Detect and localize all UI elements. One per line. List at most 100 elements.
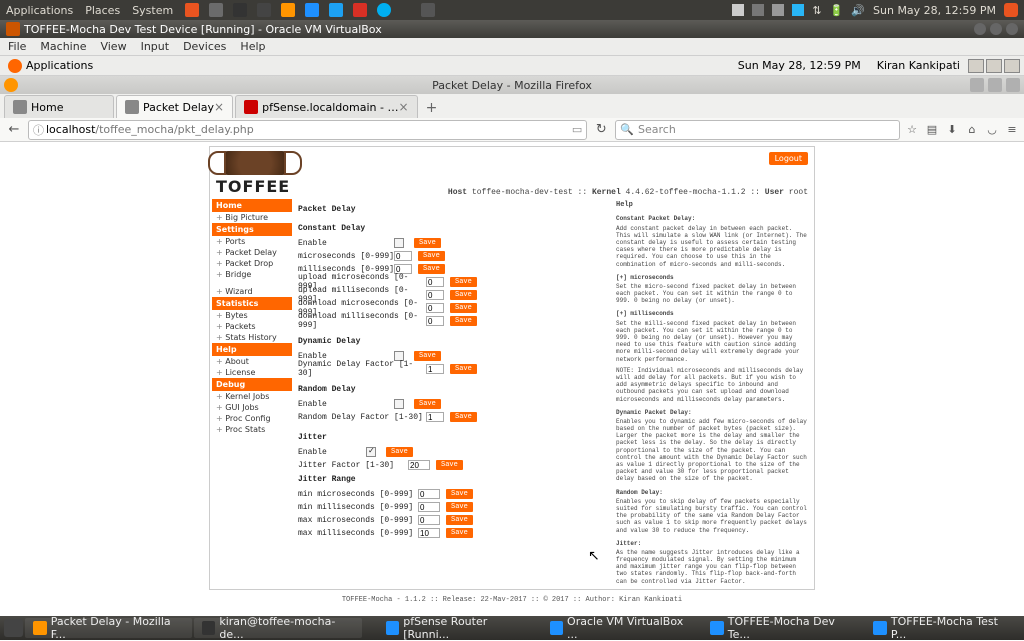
home-icon[interactable]: ⌂	[964, 122, 980, 138]
vbox-menu-file[interactable]: File	[8, 40, 26, 53]
battery-icon[interactable]: 🔋	[830, 4, 844, 17]
sidebar-item-stats-history[interactable]: Stats History	[212, 332, 292, 343]
save-button[interactable]: Save	[386, 447, 413, 457]
pocket-icon[interactable]: ◡	[984, 122, 1000, 138]
sidebar-item-license[interactable]: License	[212, 367, 292, 378]
taskbar-item-firefox[interactable]: Packet Delay - Mozilla F...	[25, 618, 192, 638]
launcher-icon[interactable]	[353, 3, 367, 17]
sidebar-item-kernel-jobs[interactable]: Kernel Jobs	[212, 391, 292, 402]
save-button[interactable]: Save	[450, 364, 477, 374]
save-button[interactable]: Save	[436, 460, 463, 470]
save-button[interactable]: Save	[446, 489, 473, 499]
save-button[interactable]: Save	[450, 316, 477, 326]
sidebar-item-wizard[interactable]: Wizard	[212, 286, 292, 297]
vbox-menu-input[interactable]: Input	[141, 40, 169, 53]
ff-minimize-button[interactable]	[970, 78, 984, 92]
logout-button[interactable]: Logout	[769, 152, 808, 165]
show-desktop-button[interactable]	[4, 619, 23, 637]
download-milliseconds-input[interactable]	[426, 316, 444, 326]
info-icon[interactable]: ⓘ	[33, 122, 44, 138]
save-button[interactable]: Save	[446, 515, 473, 525]
guest-applications-menu[interactable]: Applications	[4, 57, 97, 75]
sidebar-item-packets[interactable]: Packets	[212, 321, 292, 332]
taskbar-item-terminal[interactable]: kiran@toffee-mocha-de...	[194, 618, 362, 638]
tray-icon[interactable]	[732, 4, 744, 16]
save-button[interactable]: Save	[414, 399, 441, 409]
constant-enable-checkbox[interactable]	[394, 238, 404, 248]
window-close-button[interactable]	[1006, 23, 1018, 35]
network-icon[interactable]: ⇅	[812, 4, 821, 17]
tab-pfsense[interactable]: pfSense.localdomain - … ×	[235, 95, 417, 118]
guest-window-maximize[interactable]	[986, 59, 1002, 73]
hamburger-menu-icon[interactable]: ≡	[1004, 122, 1020, 138]
tab-close-icon[interactable]: ×	[398, 100, 408, 114]
volume-icon[interactable]: 🔊	[851, 4, 865, 17]
max-milliseconds-input[interactable]	[418, 528, 440, 538]
random-factor-input[interactable]	[426, 412, 444, 422]
sidebar-item-packet-delay[interactable]: Packet Delay	[212, 247, 292, 258]
vbox-menu-view[interactable]: View	[100, 40, 126, 53]
save-button[interactable]: Save	[450, 290, 477, 300]
sidebar-item-proc-config[interactable]: Proc Config	[212, 413, 292, 424]
sidebar-item-about[interactable]: About	[212, 356, 292, 367]
guest-user[interactable]: Kiran Kankipati	[869, 59, 968, 72]
launcher-icon[interactable]	[421, 3, 435, 17]
taskbar-item-vbox-manager[interactable]: Oracle VM VirtualBox ...	[542, 618, 701, 638]
vbox-menu-devices[interactable]: Devices	[183, 40, 226, 53]
sidebar-header-home[interactable]: Home	[212, 199, 292, 212]
sidebar-item-gui-jobs[interactable]: GUI Jobs	[212, 402, 292, 413]
save-button[interactable]: Save	[446, 528, 473, 538]
tab-close-icon[interactable]: ×	[214, 100, 224, 114]
microseconds-input[interactable]	[394, 251, 412, 261]
random-enable-checkbox[interactable]	[394, 399, 404, 409]
save-button[interactable]: Save	[450, 277, 477, 287]
launcher-icon[interactable]	[185, 3, 199, 17]
guest-window-close[interactable]	[1004, 59, 1020, 73]
launcher-icon[interactable]	[377, 3, 391, 17]
launcher-icon[interactable]	[281, 3, 295, 17]
tray-icon[interactable]	[792, 4, 804, 16]
sidebar-header-debug[interactable]: Debug	[212, 378, 292, 391]
sidebar-header-settings[interactable]: Settings	[212, 223, 292, 236]
min-microseconds-input[interactable]	[418, 489, 440, 499]
jitter-factor-input[interactable]	[408, 460, 430, 470]
sidebar-item-ports[interactable]: Ports	[212, 236, 292, 247]
ff-maximize-button[interactable]	[988, 78, 1002, 92]
save-button[interactable]: Save	[414, 238, 441, 248]
tab-home[interactable]: Home	[4, 95, 114, 118]
launcher-icon[interactable]	[233, 3, 247, 17]
upload-milliseconds-input[interactable]	[426, 290, 444, 300]
taskbar-item-pfsense[interactable]: pfSense Router [Runni...	[378, 618, 540, 638]
save-button[interactable]: Save	[418, 251, 445, 261]
guest-clock[interactable]: Sun May 28, 12:59 PM	[730, 59, 869, 72]
vbox-menu-machine[interactable]: Machine	[40, 40, 86, 53]
launcher-icon[interactable]	[305, 3, 319, 17]
taskbar-item-mocha-dev[interactable]: TOFFEE-Mocha Dev Te...	[702, 618, 863, 638]
guest-window-minimize[interactable]	[968, 59, 984, 73]
sidebar-header-help[interactable]: Help	[212, 343, 292, 356]
reader-mode-icon[interactable]: ▭	[572, 123, 582, 136]
sidebar-header-statistics[interactable]: Statistics	[212, 297, 292, 310]
sidebar-item-bytes[interactable]: Bytes	[212, 310, 292, 321]
host-clock[interactable]: Sun May 28, 12:59 PM	[873, 4, 996, 17]
window-minimize-button[interactable]	[974, 23, 986, 35]
min-milliseconds-input[interactable]	[418, 502, 440, 512]
back-button[interactable]: ←	[4, 120, 24, 140]
jitter-enable-checkbox[interactable]	[366, 447, 376, 457]
bookmark-icon[interactable]: ☆	[904, 122, 920, 138]
ff-close-button[interactable]	[1006, 78, 1020, 92]
dynamic-factor-input[interactable]	[426, 364, 444, 374]
save-button[interactable]: Save	[450, 303, 477, 313]
download-microseconds-input[interactable]	[426, 303, 444, 313]
bookmarks-menu-icon[interactable]: ▤	[924, 122, 940, 138]
launcher-icon[interactable]	[329, 3, 343, 17]
new-tab-button[interactable]: +	[420, 98, 444, 118]
sidebar-item-bridge[interactable]: Bridge	[212, 269, 292, 280]
max-microseconds-input[interactable]	[418, 515, 440, 525]
sidebar-item-big-picture[interactable]: Big Picture	[212, 212, 292, 223]
tray-icon[interactable]	[752, 4, 764, 16]
window-maximize-button[interactable]	[990, 23, 1002, 35]
url-bar[interactable]: ⓘ localhost /toffee_mocha/pkt_delay.php …	[28, 120, 587, 140]
tab-packet-delay[interactable]: Packet Delay ×	[116, 95, 233, 118]
sidebar-item-proc-stats[interactable]: Proc Stats	[212, 424, 292, 435]
